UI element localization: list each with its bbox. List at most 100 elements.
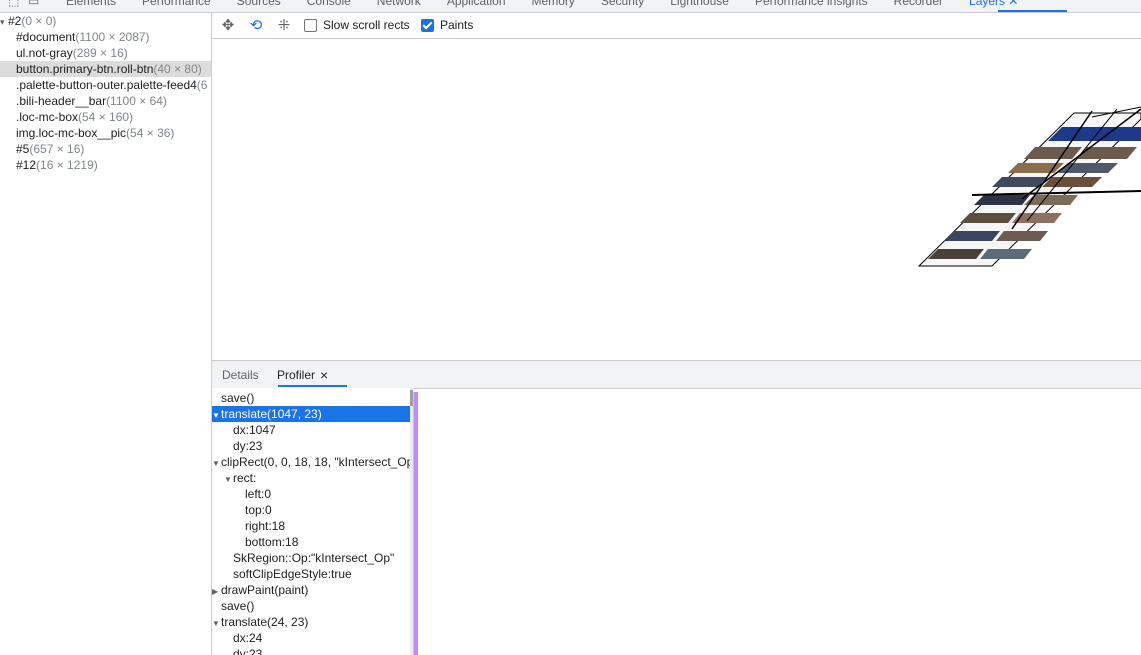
tab-console[interactable]: Console <box>307 0 351 8</box>
profiler-row-text: left:0 <box>245 487 272 501</box>
tab-details[interactable]: Details <box>222 367 259 383</box>
profiler-row[interactable]: softClipEdgeStyle:true <box>212 566 410 582</box>
tree-item[interactable]: ul.not-gray(289 × 16) <box>16 45 128 61</box>
layer-dims: (289 × 16) <box>72 46 128 60</box>
profiler-row-text: SkRegion::Op:"kIntersect_Op" <box>233 551 395 565</box>
tree-item[interactable]: .palette-button-outer.palette-feed4(6 <box>16 77 207 93</box>
profiler-row[interactable]: bottom:18 <box>212 534 410 550</box>
reset-transform-icon[interactable]: ⁜ <box>276 18 292 34</box>
devtools-tab-bar: ⬚ ▭ Elements Performance Sources Console… <box>0 0 1141 13</box>
active-tab-indicator <box>278 385 347 387</box>
tab-performance[interactable]: Performance <box>142 0 211 8</box>
profiler-row[interactable]: dy:23 <box>212 646 410 655</box>
layer-dims: (40 × 80) <box>153 62 202 76</box>
tab-recorder[interactable]: Recorder <box>894 0 943 8</box>
layer-dims: (6 <box>196 78 208 92</box>
close-profiler-icon[interactable]: × <box>320 367 328 383</box>
layer-name: .loc-mc-box <box>16 110 79 124</box>
tree-item[interactable]: img.loc-mc-box__pic(54 × 36) <box>16 125 174 141</box>
profiler-row[interactable]: SkRegion::Op:"kIntersect_Op" <box>212 550 410 566</box>
tab-profiler[interactable]: Profiler <box>277 367 315 383</box>
profiler-row[interactable]: ▼rect: <box>212 470 410 486</box>
profiler-row[interactable]: ▼translate(24, 23) <box>212 614 410 630</box>
tab-memory[interactable]: Memory <box>532 0 575 8</box>
profiler-row[interactable]: ▶ drawPaint(paint) <box>212 582 410 598</box>
tab-sources[interactable]: Sources <box>237 0 281 8</box>
expand-triangle-right-icon[interactable]: ▶ <box>212 584 221 598</box>
expand-triangle-icon[interactable]: ▼ <box>224 472 233 486</box>
layer-name: #12 <box>16 158 37 172</box>
profiler-row-text: rect: <box>233 471 257 485</box>
profiler-row[interactable]: ▼clipRect(0, 0, 18, 18, "kIntersect_Op") <box>212 454 410 470</box>
tree-item[interactable]: .bili-header__bar(1100 × 64) <box>16 93 167 109</box>
layer-name: ul.not-gray <box>16 46 73 60</box>
tab-security[interactable]: Security <box>601 0 644 8</box>
paint-profiler-log[interactable]: save() ▼translate(1047, 23) dx:1047 dy:2… <box>212 388 412 655</box>
layers-3d-view[interactable] <box>212 39 1141 360</box>
pan-mode-icon[interactable]: ✥ <box>220 18 236 34</box>
profiler-row[interactable]: save() <box>212 598 410 614</box>
layer-name: #5 <box>16 142 30 156</box>
expand-triangle-icon[interactable]: ▼ <box>212 408 221 422</box>
profiler-row-text: softClipEdgeStyle:true <box>233 567 352 581</box>
layer-dims: (1100 × 64) <box>106 94 167 108</box>
tree-item-selected[interactable]: button.primary-btn.roll-btn(40 × 80) <box>0 61 211 77</box>
details-tab-bar: Details Profiler × <box>212 360 1141 389</box>
profiler-row-text: dy:23 <box>233 439 263 453</box>
checkbox-label: Paints <box>440 18 474 32</box>
tree-item[interactable]: .loc-mc-box(54 × 160) <box>16 109 133 125</box>
page-layer-stack <box>917 106 1141 267</box>
layer-name: #2 <box>8 14 22 28</box>
header-bar-layer <box>1048 127 1141 141</box>
paint-timeline-bar[interactable] <box>413 392 418 655</box>
layer-name: .palette-button-outer.palette-feed4 <box>16 78 197 92</box>
rotate-mode-icon[interactable]: ⟲ <box>248 18 264 34</box>
profiler-row[interactable]: save() <box>212 390 410 406</box>
profiler-row-text: save() <box>221 391 255 405</box>
tab-layers-label: Layers <box>969 0 1006 8</box>
profiler-row[interactable]: right:18 <box>212 518 410 534</box>
tab-network[interactable]: Network <box>377 0 421 8</box>
slow-scroll-rects-checkbox[interactable]: Slow scroll rects <box>304 18 410 32</box>
tree-item[interactable]: #5(657 × 16) <box>16 141 84 157</box>
tab-layers[interactable]: Layers ✕ <box>969 0 1018 8</box>
checkbox-box[interactable] <box>304 18 317 32</box>
profiler-row[interactable]: dy:23 <box>212 438 410 454</box>
profiler-row-text: bottom:18 <box>245 535 299 549</box>
profiler-row[interactable]: dx:1047 <box>212 422 410 438</box>
expand-triangle-icon[interactable]: ▼ <box>212 456 221 470</box>
profiler-row-text: dx:24 <box>233 631 263 645</box>
tab-lighthouse[interactable]: Lighthouse <box>670 0 729 8</box>
profiler-row[interactable]: dx:24 <box>212 630 410 646</box>
paints-checkbox[interactable]: Paints <box>421 18 473 32</box>
tree-item[interactable]: #document(1100 × 2087) <box>16 29 150 45</box>
tab-elements[interactable]: Elements <box>66 0 116 8</box>
profiler-row-text: drawPaint(paint) <box>221 583 309 597</box>
layer-name: #document <box>16 30 76 44</box>
profiler-row-text: dy:23 <box>233 647 263 655</box>
layer-name: img.loc-mc-box__pic <box>16 126 127 140</box>
device-toggle-icon[interactable]: ▭ <box>28 0 40 7</box>
profiler-row-text: top:0 <box>245 503 272 517</box>
layer-dims: (0 × 0) <box>21 14 57 28</box>
layer-tree[interactable]: ▾ #2(0 × 0) #document(1100 × 2087) ul.not… <box>0 13 212 655</box>
profiler-row[interactable]: left:0 <box>212 486 410 502</box>
checkbox-label: Slow scroll rects <box>323 18 410 32</box>
tree-item-root[interactable]: ▾ #2(0 × 0) <box>0 13 56 29</box>
layers-toolbar: ✥ ⟲ ⁜ Slow scroll rects Paints <box>212 13 1141 39</box>
tab-application[interactable]: Application <box>447 0 506 8</box>
inspect-element-icon[interactable]: ⬚ <box>8 0 20 7</box>
profiler-row-text: dx:1047 <box>233 423 276 437</box>
active-tab-indicator <box>998 10 1067 12</box>
expand-triangle-icon[interactable]: ▼ <box>212 616 221 630</box>
profiler-row-text: translate(1047, 23) <box>221 407 322 421</box>
tab-layers-close-icon[interactable]: ✕ <box>1008 0 1018 8</box>
profiler-row[interactable]: top:0 <box>212 502 410 518</box>
profiler-row-selected[interactable]: ▼translate(1047, 23) <box>212 406 410 422</box>
expand-triangle-icon[interactable]: ▾ <box>0 14 8 30</box>
checkbox-box[interactable] <box>421 18 434 32</box>
layer-name: .bili-header__bar <box>16 94 107 108</box>
tree-item[interactable]: #12(16 × 1219) <box>16 157 98 173</box>
layers-canvas[interactable] <box>212 39 1141 360</box>
tab-performance-insights[interactable]: Performance insights <box>755 0 868 8</box>
